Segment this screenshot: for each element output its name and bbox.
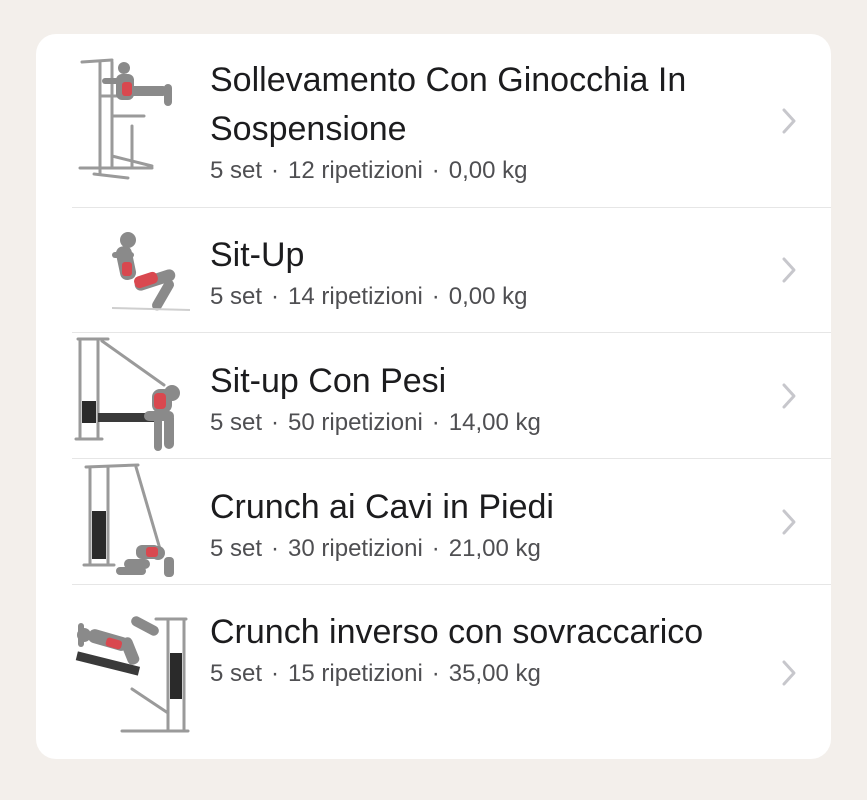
exercise-meta: 5 set · 15 ripetizioni · 35,00 kg bbox=[210, 659, 770, 689]
exercise-meta: 5 set · 50 ripetizioni · 14,00 kg bbox=[210, 408, 770, 438]
chevron-right-icon bbox=[781, 659, 797, 687]
chevron-right-icon bbox=[781, 508, 797, 536]
exercise-meta: 5 set · 30 ripetizioni · 21,00 kg bbox=[210, 534, 770, 564]
exercise-sets: 5 set bbox=[210, 283, 263, 310]
meta-separator: · bbox=[271, 283, 280, 310]
exercise-row-cable-crunch[interactable]: Crunch ai Cavi in Piedi 5 set · 30 ripetiz… bbox=[36, 459, 831, 585]
chevron-right-icon bbox=[781, 382, 797, 410]
exercise-text: Crunch ai Cavi in Piedi 5 set · 30 ripetiz… bbox=[210, 483, 770, 564]
exercise-name: Crunch inverso con sovraccarico bbox=[210, 613, 704, 651]
meta-separator: · bbox=[271, 157, 280, 184]
exercise-reps: 15 ripetizioni bbox=[288, 660, 423, 687]
meta-separator: · bbox=[431, 283, 440, 310]
exercise-text: Sit-up Con Pesi 5 set · 50 ripetizioni · 14,… bbox=[210, 357, 770, 438]
meta-separator: · bbox=[431, 535, 440, 562]
exercise-reps: 14 ripetizioni bbox=[288, 283, 423, 310]
exercise-meta: 5 set · 14 ripetizioni · 0,00 kg bbox=[210, 282, 770, 312]
meta-separator: · bbox=[431, 157, 440, 184]
exercise-sets: 5 set bbox=[210, 157, 263, 184]
exercise-row-sit-up[interactable]: Sit-Up 5 set · 14 ripetizioni · 0,00 kg bbox=[36, 208, 831, 333]
exercise-text: Sit-Up 5 set · 14 ripetizioni · 0,00 kg bbox=[210, 231, 770, 312]
exercise-sets: 5 set bbox=[210, 535, 263, 562]
exercise-name: Sit-up Con Pesi bbox=[210, 362, 447, 400]
exercise-weight: 14,00 kg bbox=[448, 409, 541, 436]
exercise-row-weighted-reverse-crunch[interactable]: Crunch inverso con sovraccarico 5 set · 15… bbox=[36, 585, 831, 759]
weighted-reverse-crunch-icon bbox=[72, 613, 192, 737]
exercise-sets: 5 set bbox=[210, 660, 263, 687]
hanging-knee-raise-icon bbox=[72, 56, 192, 180]
exercise-text: Sollevamento Con Ginocchia In Sospension… bbox=[210, 56, 770, 186]
exercise-sets: 5 set bbox=[210, 409, 263, 436]
exercise-weight: 21,00 kg bbox=[448, 535, 541, 562]
exercise-weight: 0,00 kg bbox=[448, 283, 528, 310]
meta-separator: · bbox=[271, 660, 280, 687]
meta-separator: · bbox=[271, 409, 280, 436]
meta-separator: · bbox=[431, 660, 440, 687]
exercise-reps: 12 ripetizioni bbox=[288, 157, 423, 184]
chevron-right-icon bbox=[781, 256, 797, 284]
exercise-reps: 50 ripetizioni bbox=[288, 409, 423, 436]
exercise-weight: 35,00 kg bbox=[448, 660, 541, 687]
exercise-reps: 30 ripetizioni bbox=[288, 535, 423, 562]
meta-separator: · bbox=[431, 409, 440, 436]
meta-separator: · bbox=[271, 535, 280, 562]
exercise-name: Sollevamento Con Ginocchia In Sospension… bbox=[210, 61, 687, 148]
exercise-meta: 5 set · 12 ripetizioni · 0,00 kg bbox=[210, 156, 770, 186]
exercise-weight: 0,00 kg bbox=[448, 157, 528, 184]
exercise-text: Crunch inverso con sovraccarico 5 set · 15… bbox=[210, 608, 770, 689]
chevron-right-icon bbox=[781, 107, 797, 135]
sit-up-icon bbox=[72, 208, 192, 332]
exercise-list-card: Sollevamento Con Ginocchia In Sospension… bbox=[36, 34, 831, 759]
cable-crunch-icon bbox=[72, 461, 192, 585]
exercise-name: Sit-Up bbox=[210, 236, 305, 274]
exercise-row-hanging-knee-raise[interactable]: Sollevamento Con Ginocchia In Sospension… bbox=[36, 34, 831, 208]
weighted-sit-up-icon bbox=[72, 335, 192, 459]
exercise-name: Crunch ai Cavi in Piedi bbox=[210, 488, 554, 526]
exercise-row-weighted-sit-up[interactable]: Sit-up Con Pesi 5 set · 50 ripetizioni · 14,… bbox=[36, 333, 831, 459]
